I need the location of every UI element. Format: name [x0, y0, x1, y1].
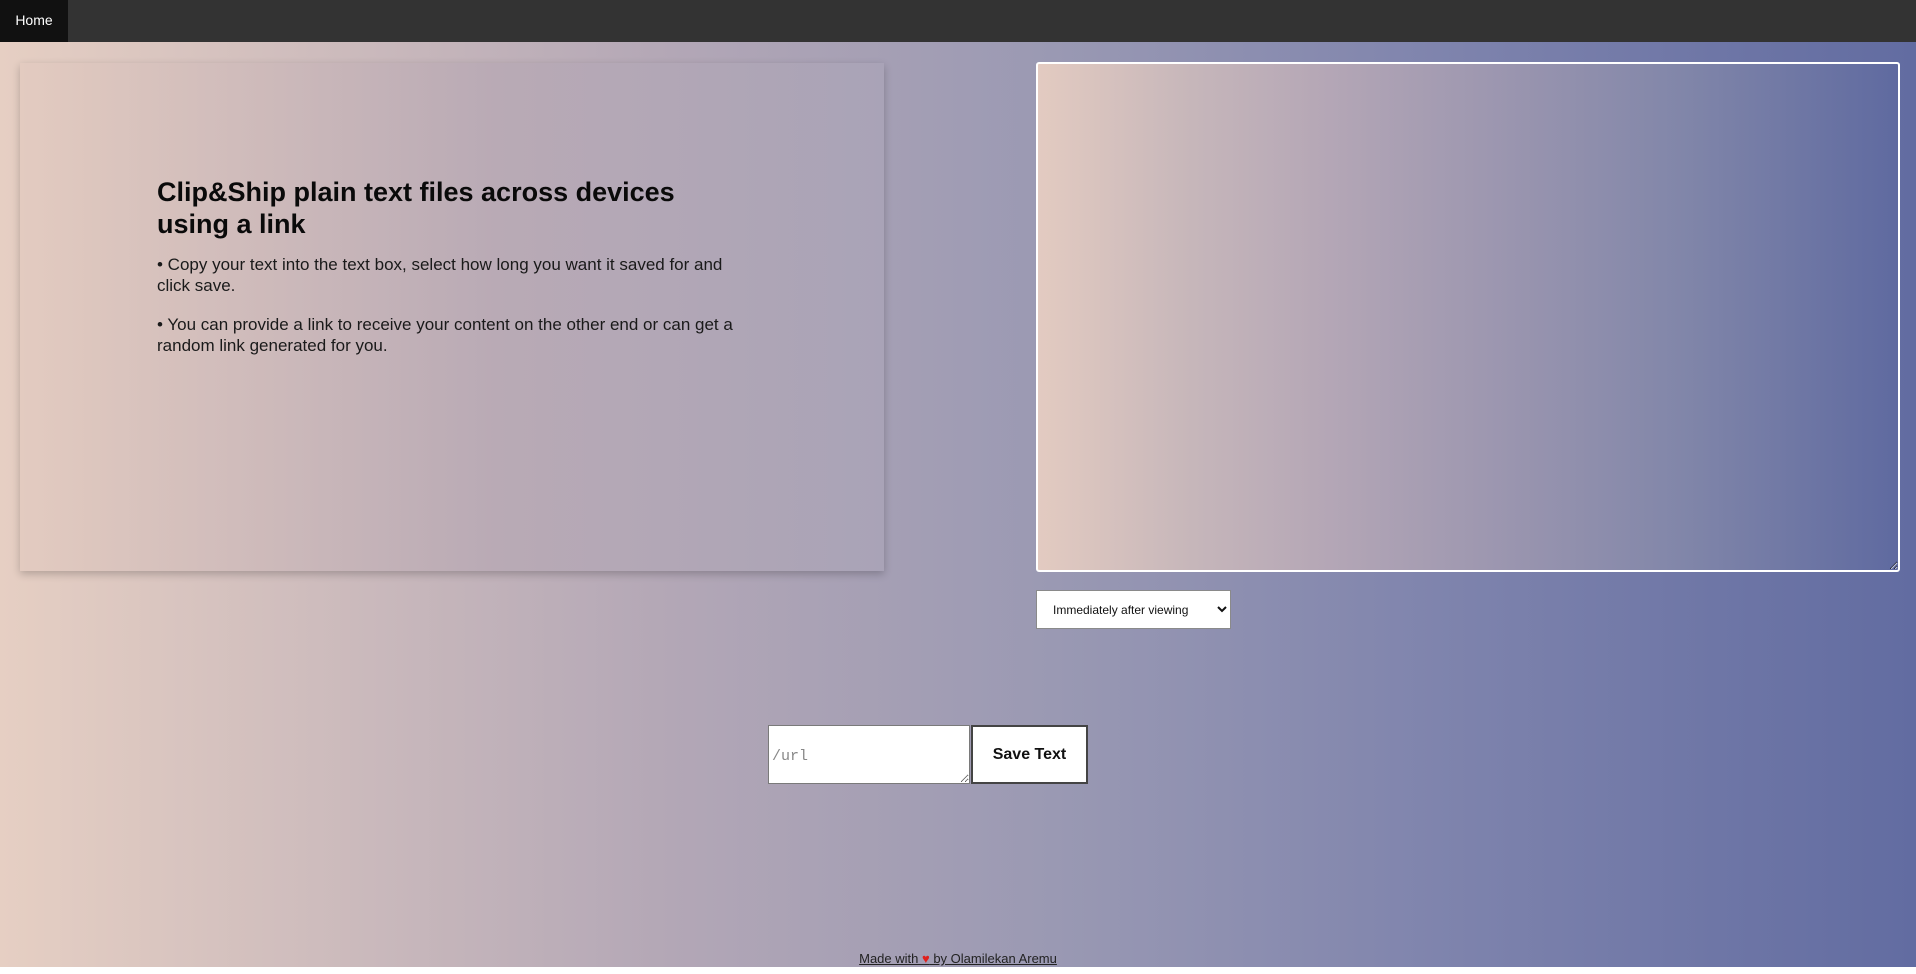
- page-background: Home Clip&Ship plain text files across d…: [0, 0, 1916, 967]
- heart-icon: ♥: [921, 951, 930, 966]
- save-text-button[interactable]: Save Text: [971, 725, 1088, 784]
- clip-text-input[interactable]: [1036, 62, 1900, 572]
- footer-prefix: Made with: [859, 951, 922, 966]
- info-content: Clip&Ship plain text files across device…: [157, 176, 735, 374]
- top-navigation: Home: [0, 0, 1916, 42]
- info-bullet-copy: • Copy your text into the text box, sele…: [157, 255, 723, 295]
- footer: Made with ♥ by Olamilekan Aremu: [0, 951, 1916, 966]
- info-bullet-link: • You can provide a link to receive your…: [157, 315, 733, 355]
- nav-home-link[interactable]: Home: [0, 0, 68, 42]
- footer-credit-link[interactable]: Made with ♥ by Olamilekan Aremu: [859, 951, 1057, 966]
- url-input[interactable]: [768, 725, 970, 784]
- expiry-select[interactable]: Immediately after viewing: [1036, 590, 1231, 629]
- info-card: Clip&Ship plain text files across device…: [20, 63, 884, 571]
- footer-author: by Olamilekan Aremu: [929, 951, 1057, 966]
- info-title: Clip&Ship plain text files across device…: [157, 177, 675, 239]
